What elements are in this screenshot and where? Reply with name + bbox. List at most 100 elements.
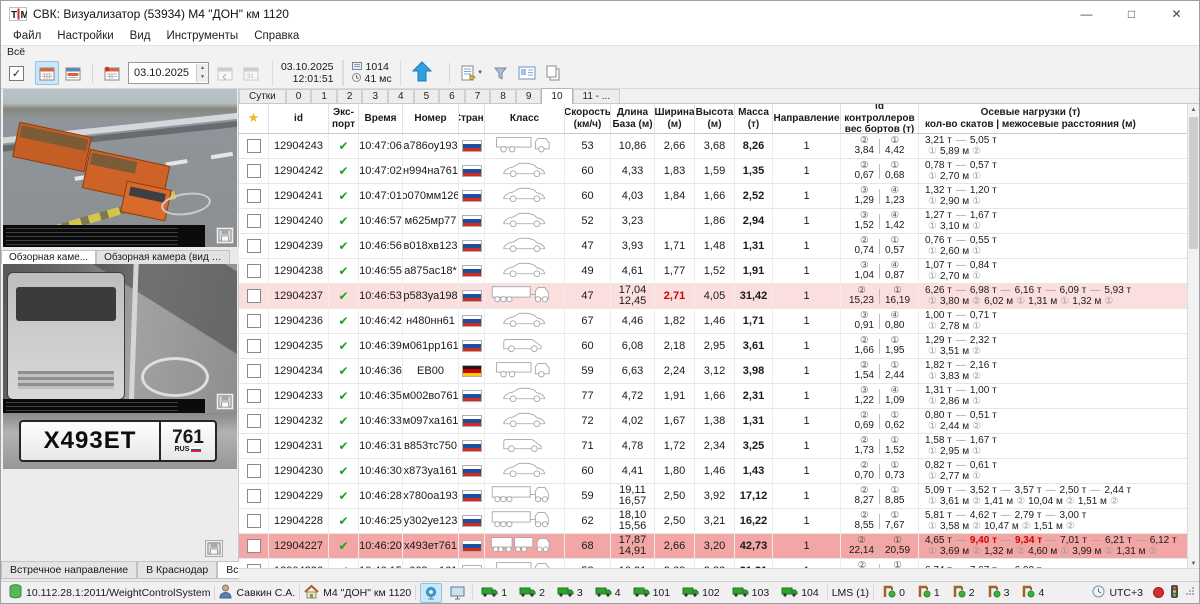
row-checkbox[interactable]	[247, 289, 261, 303]
scroll-up-arrow[interactable]: ▲	[1188, 104, 1199, 116]
day-tab-6[interactable]: 6	[439, 89, 465, 103]
header-col-mass[interactable]: Масса (т)	[735, 104, 773, 133]
day-tab-9[interactable]: 9	[516, 89, 542, 103]
minimize-button[interactable]: —	[1064, 1, 1109, 27]
set-date-button[interactable]	[100, 61, 124, 85]
table-row[interactable]: 12904235✔10:46:39м061рр161606,082,182,95…	[239, 334, 1189, 359]
monitor-toggle-button[interactable]	[446, 583, 468, 603]
day-tab-10[interactable]: 10	[541, 88, 572, 104]
row-checkbox[interactable]	[247, 539, 261, 553]
direction-tab-0[interactable]: Встречное направление	[1, 562, 137, 579]
table-row[interactable]: 12904236✔10:46:42н480нн61674,461,821,461…	[239, 309, 1189, 334]
report-button[interactable]: ▼	[457, 61, 487, 85]
select-all-checkbox[interactable]: ✓	[9, 66, 24, 81]
day-tab-Сутки[interactable]: Сутки	[239, 89, 286, 103]
row-checkbox[interactable]	[247, 514, 261, 528]
header-col-controllers[interactable]: id контроллеров вес бортов (т)	[841, 104, 919, 133]
save-image-button[interactable]	[216, 393, 234, 410]
row-checkbox[interactable]	[247, 264, 261, 278]
row-checkbox[interactable]	[247, 164, 261, 178]
table-row[interactable]: 12904234✔10:46:36ЕВ00596,632,243,123,981…	[239, 359, 1189, 384]
maximize-button[interactable]: □	[1109, 1, 1154, 27]
table-row[interactable]: 12904242✔10:47:02н994на761604,331,831,59…	[239, 159, 1189, 184]
date-input[interactable]: 03.10.2025 ▲▼	[128, 62, 209, 84]
horizontal-scrollbar[interactable]	[239, 568, 1199, 581]
resize-grip[interactable]	[1185, 586, 1195, 599]
header-col-height[interactable]: Высота (м)	[695, 104, 735, 133]
header-col-time[interactable]: Время	[359, 104, 403, 133]
table-row[interactable]: 12904240✔10:46:57м625мр77523,231,862,941…	[239, 209, 1189, 234]
header-col-country[interactable]: Страна	[459, 104, 485, 133]
today-button[interactable]: 31	[239, 61, 263, 85]
filter-button[interactable]	[489, 61, 513, 85]
webcam-toggle-button[interactable]	[420, 583, 442, 603]
lane-truck-indicator-103[interactable]: 103	[728, 585, 774, 600]
row-checkbox[interactable]	[247, 439, 261, 453]
vertical-scrollbar[interactable]: ▲ ▼	[1187, 104, 1199, 570]
controller-indicator-4[interactable]: 4	[1017, 584, 1048, 601]
day-tab-4[interactable]: 4	[388, 89, 414, 103]
row-checkbox[interactable]	[247, 314, 261, 328]
menu-item-3[interactable]: Инструменты	[158, 29, 246, 43]
day-tab-8[interactable]: 8	[490, 89, 516, 103]
direction-tab-1[interactable]: В Краснодар	[137, 562, 217, 579]
row-checkbox[interactable]	[247, 389, 261, 403]
row-checkbox[interactable]	[247, 464, 261, 478]
lane-truck-indicator-3[interactable]: 3	[553, 585, 587, 600]
header-col-export[interactable]: Экс- порт	[329, 104, 359, 133]
row-checkbox[interactable]	[247, 239, 261, 253]
day-view-button[interactable]	[35, 61, 59, 85]
card-view-button[interactable]	[515, 61, 539, 85]
day-tab-7[interactable]: 7	[465, 89, 491, 103]
row-checkbox[interactable]	[247, 364, 261, 378]
header-col-select[interactable]: ★	[239, 104, 269, 133]
controller-indicator-3[interactable]: 3	[983, 584, 1014, 601]
day-tab-1[interactable]: 1	[311, 89, 337, 103]
header-col-number[interactable]: Номер	[403, 104, 459, 133]
header-col-class[interactable]: Класс	[485, 104, 565, 133]
lane-truck-indicator-102[interactable]: 102	[678, 585, 724, 600]
table-row[interactable]: 12904232✔10:46:33м097ха161724,021,671,38…	[239, 409, 1189, 434]
day-tab-5[interactable]: 5	[414, 89, 440, 103]
header-col-id[interactable]: id	[269, 104, 329, 133]
row-checkbox[interactable]	[247, 414, 261, 428]
table-row[interactable]: 12904243✔10:47:06а786оу1935310,862,663,6…	[239, 134, 1189, 159]
table-row[interactable]: 12904238✔10:46:55а875ас18*494,611,771,52…	[239, 259, 1189, 284]
header-col-direction[interactable]: Направление	[773, 104, 841, 133]
day-tab-11 - ...[interactable]: 11 - ...	[573, 89, 621, 103]
lane-truck-indicator-2[interactable]: 2	[515, 585, 549, 600]
row-checkbox[interactable]	[247, 139, 261, 153]
table-row[interactable]: 12904239✔10:46:56в018хв123473,931,711,48…	[239, 234, 1189, 259]
row-checkbox[interactable]	[247, 489, 261, 503]
close-button[interactable]: ✕	[1154, 1, 1199, 27]
table-row[interactable]: 12904237✔10:46:53р583уа1984717,04 12,452…	[239, 284, 1189, 309]
day-tab-3[interactable]: 3	[362, 89, 388, 103]
header-col-speed[interactable]: Скорость (км/ч)	[565, 104, 611, 133]
table-row[interactable]: 12904241✔10:47:01о070мм126604,031,841,66…	[239, 184, 1189, 209]
table-row[interactable]: 12904227✔10:46:20х493ет7616817,87 14,912…	[239, 534, 1189, 559]
scrollbar-thumb[interactable]	[1189, 117, 1198, 249]
menu-item-0[interactable]: Файл	[5, 29, 49, 43]
scroll-to-new-button[interactable]	[411, 61, 433, 86]
row-checkbox[interactable]	[247, 214, 261, 228]
date-spinner[interactable]: ▲▼	[196, 64, 208, 82]
camera-tab-0[interactable]: Обзорная каме...	[1, 250, 96, 264]
row-checkbox[interactable]	[247, 339, 261, 353]
lane-truck-indicator-1[interactable]: 1	[477, 585, 511, 600]
save-image-button[interactable]	[205, 540, 223, 557]
menu-item-1[interactable]: Настройки	[49, 29, 121, 43]
controller-indicator-1[interactable]: 1	[913, 584, 944, 601]
save-image-button[interactable]	[216, 227, 234, 244]
table-row[interactable]: 12904231✔10:46:31в853тс750714,781,722,34…	[239, 434, 1189, 459]
table-row[interactable]: 12904229✔10:46:28х780оа1935919,11 16,572…	[239, 484, 1189, 509]
menu-item-4[interactable]: Справка	[246, 29, 307, 43]
period-view-button[interactable]	[61, 61, 85, 85]
lane-truck-indicator-104[interactable]: 104	[777, 585, 823, 600]
header-col-axle-loads[interactable]: Осевые нагрузки (т) кол-во скатов | межо…	[919, 104, 1189, 133]
header-col-width[interactable]: Ширина (м)	[655, 104, 695, 133]
camera-tab-1[interactable]: Обзорная камера (вид спереди; ...	[96, 250, 230, 264]
day-tab-0[interactable]: 0	[286, 89, 312, 103]
prev-date-button[interactable]	[213, 61, 237, 85]
controller-indicator-0[interactable]: 0	[878, 584, 909, 601]
lane-truck-indicator-101[interactable]: 101	[629, 585, 675, 600]
